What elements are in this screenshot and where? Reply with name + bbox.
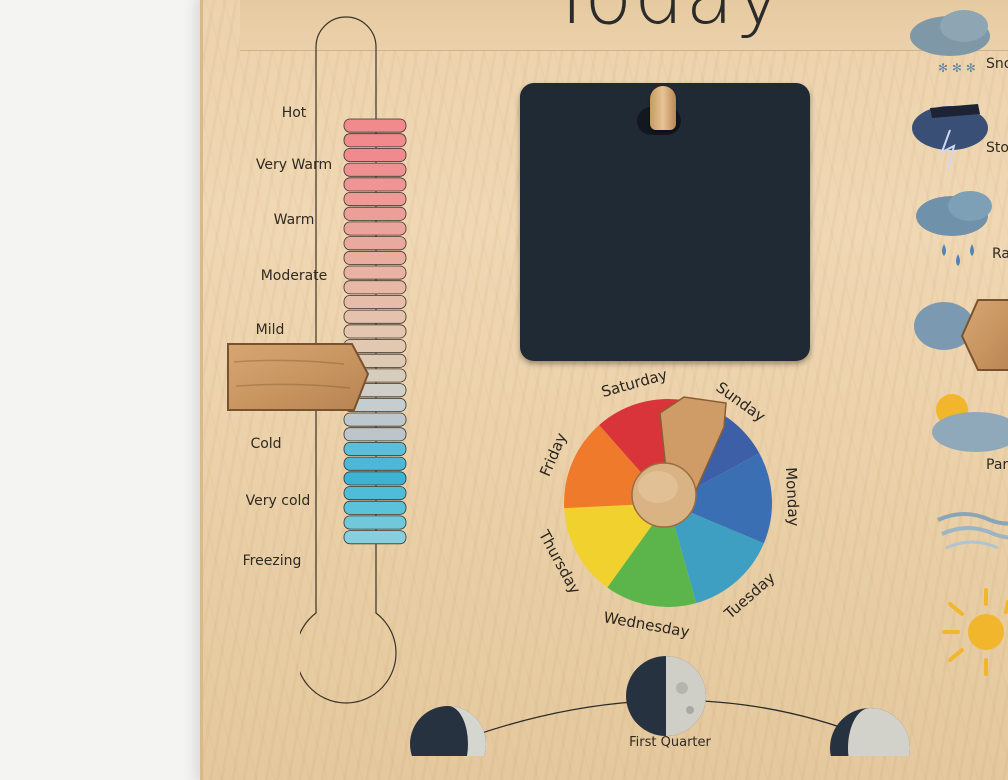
- label-very-cold: Very cold: [245, 493, 311, 509]
- thermometer-segment: [343, 456, 407, 471]
- thermometer-segment: [343, 530, 407, 545]
- rain-cloud-icon[interactable]: [916, 191, 992, 266]
- thermometer-segment: [343, 206, 407, 221]
- thermometer-segment: [343, 177, 407, 192]
- thermometer-segment: [343, 441, 407, 456]
- storm-cloud-icon[interactable]: [912, 104, 988, 171]
- thermometer-segment: [343, 236, 407, 251]
- board-title: Today: [548, 0, 784, 42]
- thermometer-segment: [343, 118, 407, 133]
- thermometer-segment: [343, 162, 407, 177]
- thermometer-segment: [343, 471, 407, 486]
- wind-icon[interactable]: [937, 512, 1008, 550]
- thermometer-segment: [343, 486, 407, 501]
- thermometer-segment: [343, 221, 407, 236]
- thermometer-segment: [343, 309, 407, 324]
- label-freezing: Freezing: [242, 553, 302, 569]
- thermometer-segment: [343, 192, 407, 207]
- thermometer-segment: [343, 515, 407, 530]
- weather-label-snow: Sno: [986, 56, 1008, 72]
- label-warm: Warm: [273, 212, 315, 228]
- thermometer-segment: [343, 500, 407, 515]
- day-wheel[interactable]: SundayMondayTuesdayWednesdayThursdayFrid…: [500, 355, 820, 645]
- day-label-saturday: Saturday: [599, 365, 669, 401]
- thermometer-segment: [343, 133, 407, 148]
- weather-slider[interactable]: [960, 296, 1008, 374]
- thermometer-segment: [343, 280, 407, 295]
- label-cold: Cold: [250, 436, 282, 452]
- weather-label-rain: Ra: [992, 246, 1008, 262]
- day-label-monday: Monday: [782, 467, 803, 527]
- label-moderate: Moderate: [260, 268, 328, 284]
- thermometer-segment: [343, 294, 407, 309]
- wooden-peg[interactable]: [650, 86, 676, 130]
- moon-waxing-crescent-icon[interactable]: [410, 706, 486, 756]
- moon-phase-label: First Quarter: [629, 735, 711, 750]
- svg-text:✻ ✻ ✻: ✻ ✻ ✻: [938, 61, 976, 75]
- thermometer-segment: [343, 250, 407, 265]
- label-mild: Mild: [255, 322, 285, 338]
- label-very-warm: Very Warm: [255, 157, 333, 173]
- moon-first-quarter-icon[interactable]: [626, 656, 706, 736]
- day-label-friday: Friday: [536, 430, 570, 479]
- moon-waxing-gibbous-icon[interactable]: [830, 708, 910, 756]
- label-hot: Hot: [281, 105, 307, 121]
- thermometer-segment: [343, 265, 407, 280]
- thermometer-segment: [343, 324, 407, 339]
- thermometer-segment: [343, 427, 407, 442]
- thermometer-segment: [343, 147, 407, 162]
- weather-label-storm: Sto: [986, 140, 1008, 156]
- temperature-slider[interactable]: [224, 338, 370, 416]
- partly-cloudy-icon[interactable]: [932, 394, 1008, 452]
- weather-label-partly: Par: [986, 457, 1008, 473]
- snow-cloud-icon[interactable]: ✻ ✻ ✻: [910, 10, 990, 75]
- day-label-wednesday: Wednesday: [602, 608, 691, 641]
- thermometer-segments: [343, 118, 407, 545]
- sun-icon[interactable]: [942, 588, 1008, 676]
